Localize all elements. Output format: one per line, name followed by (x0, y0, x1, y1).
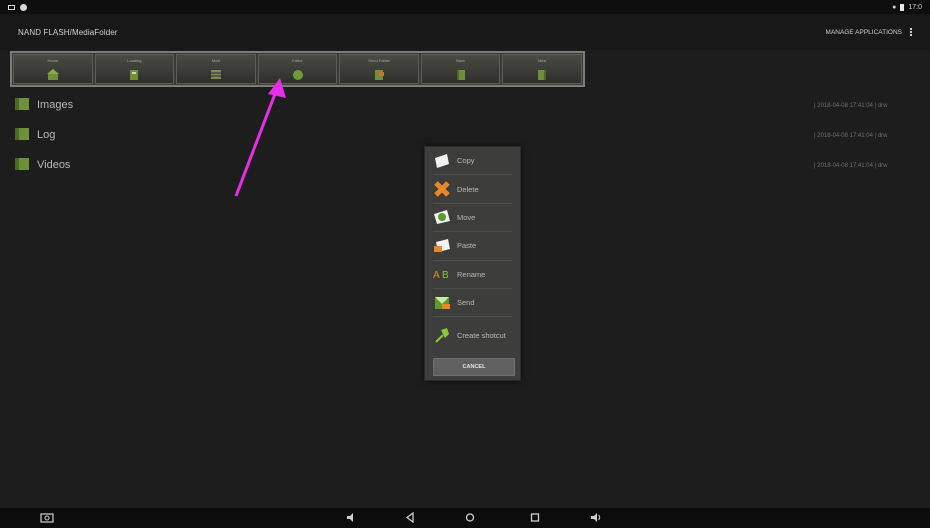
file-timestamp: | 2018-04-08 17:41:04 | drw (814, 133, 888, 139)
toolbar-label: Loading (127, 58, 142, 63)
multi-icon (210, 69, 222, 80)
file-timestamp: | 2018-04-08 17:41:04 | drw (814, 163, 888, 169)
shortcut-icon (433, 326, 451, 344)
file-timestamp: | 2018-04-08 17:41:04 | drw (814, 103, 888, 109)
folder-icon (14, 96, 30, 115)
volume-up-icon (591, 513, 601, 522)
toolbar-label: Next (538, 58, 547, 63)
action-bar: NAND FLASH/MediaFolder MANAGE APPLICATIO… (0, 14, 930, 50)
editor-icon (292, 69, 304, 80)
file-name: Videos (37, 159, 71, 171)
toolbar-label: Home (47, 58, 59, 63)
navigation-bar (0, 508, 930, 528)
copy-icon (433, 152, 451, 170)
toolbar: Home Loading Multi Editor Send Folder Ba… (10, 51, 585, 87)
overflow-menu-icon[interactable] (910, 28, 912, 36)
file-details-column: | 2018-04-08 17:41:04 | drw | 2018-04-08… (814, 103, 930, 193)
toolbar-button-editor[interactable]: Editor (257, 54, 338, 84)
home-button[interactable] (465, 512, 475, 527)
menu-item-label: Delete (457, 184, 479, 194)
menu-item-move[interactable]: Move (433, 204, 512, 233)
volume-down-button[interactable] (346, 512, 356, 527)
menu-item-rename[interactable]: AB Rename (433, 261, 512, 289)
home-nav-icon (465, 513, 475, 522)
wifi-icon: ● (892, 3, 897, 11)
screenshot-notification-icon (8, 4, 15, 10)
battery-icon (900, 3, 905, 11)
recent-apps-icon (530, 513, 540, 522)
move-icon (433, 208, 451, 226)
toolbar-button-next[interactable]: Next (502, 54, 583, 84)
screen: ● 17:0 NAND FLASH/MediaFolder MANAGE APP… (0, 0, 930, 528)
manage-applications-button[interactable]: MANAGE APPLICATIONS (826, 28, 912, 36)
list-item[interactable]: Log (14, 120, 314, 150)
toolbar-button-back[interactable]: Back (420, 54, 501, 84)
menu-item-label: Move (457, 212, 476, 222)
menu-item-label: Rename (457, 269, 486, 279)
status-bar: ● 17:0 (0, 0, 930, 14)
toolbar-button-home[interactable]: Home (13, 54, 93, 84)
menu-item-label: Copy (457, 156, 475, 166)
manage-applications-label: MANAGE APPLICATIONS (825, 28, 902, 36)
rename-icon: AB (433, 265, 451, 283)
cancel-button[interactable]: CANCEL (433, 358, 515, 377)
svg-text:B: B (442, 270, 449, 281)
current-path: NAND FLASH/MediaFolder (18, 27, 118, 37)
toolbar-label: Multi (211, 58, 221, 63)
next-icon (536, 69, 548, 80)
toolbar-label: Editor (292, 58, 303, 63)
context-menu: Copy Delete Move Paste AB Rename Send Cr… (424, 146, 521, 381)
list-item[interactable]: Images (14, 90, 314, 120)
file-name: Images (37, 99, 74, 111)
delete-icon (433, 180, 451, 198)
file-list: Images Log Videos (14, 90, 314, 180)
folder-icon (14, 156, 30, 175)
home-icon (46, 69, 59, 80)
volume-down-icon (347, 513, 353, 522)
menu-item-delete[interactable]: Delete (433, 175, 512, 204)
menu-item-label: Create shotcut (457, 330, 506, 340)
folder-icon (14, 126, 30, 145)
menu-item-label: Paste (457, 241, 477, 251)
toolbar-button-send-folder[interactable]: Send Folder (339, 54, 419, 84)
loading-icon (128, 69, 140, 80)
svg-text:A: A (433, 270, 440, 281)
toolbar-button-multi[interactable]: Multi (176, 54, 256, 84)
send-folder-icon (373, 69, 385, 80)
menu-item-paste[interactable]: Paste (433, 232, 512, 261)
menu-item-label: Send (457, 298, 475, 308)
menu-item-send[interactable]: Send (433, 289, 512, 318)
toolbar-label: Send Folder (368, 58, 390, 63)
screenshot-button[interactable] (40, 512, 54, 527)
back-button[interactable] (405, 511, 415, 527)
recent-apps-button[interactable] (530, 512, 540, 527)
toolbar-button-loading[interactable]: Loading (94, 54, 175, 84)
paste-icon (433, 237, 451, 255)
menu-item-copy[interactable]: Copy (433, 147, 512, 176)
volume-up-button[interactable] (590, 512, 602, 527)
menu-item-create-shortcut[interactable]: Create shotcut (433, 317, 512, 353)
list-item[interactable]: Videos (14, 150, 314, 180)
camera-icon (40, 513, 54, 523)
back-icon (455, 69, 467, 80)
send-icon (433, 294, 451, 312)
file-name: Log (37, 129, 56, 141)
toolbar-label: Back (456, 58, 466, 63)
clock: 17:0 (908, 3, 922, 11)
info-notification-icon (20, 3, 27, 11)
back-nav-icon (405, 511, 414, 524)
